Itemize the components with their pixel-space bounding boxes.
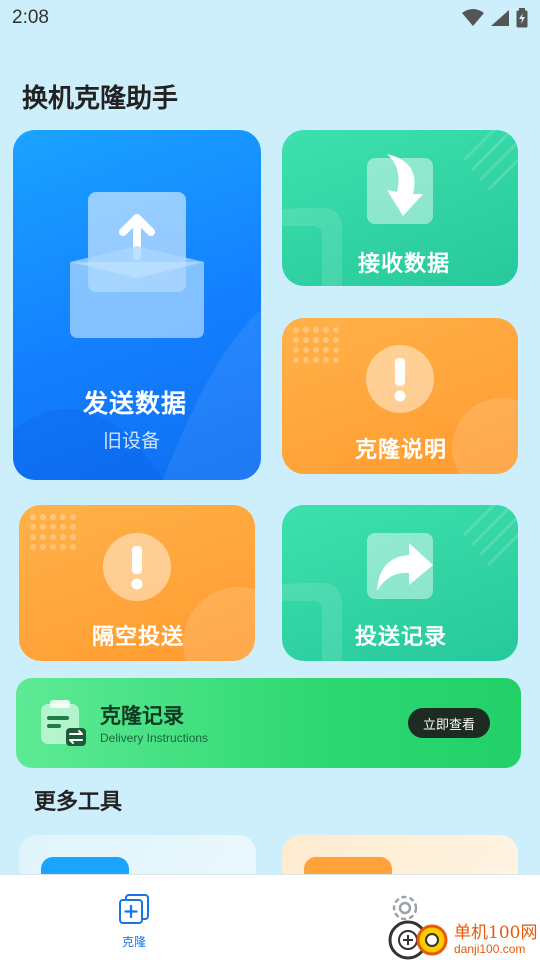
clipboard-icon bbox=[41, 700, 86, 746]
banner-title: 克隆记录 bbox=[100, 704, 184, 728]
transfer-history-card[interactable]: 投送记录 bbox=[282, 505, 518, 661]
send-data-card[interactable]: 发送数据 旧设备 bbox=[13, 130, 261, 480]
clone-guide-label: 克隆说明 bbox=[355, 438, 448, 463]
download-arrow-icon bbox=[367, 154, 433, 224]
warning-exclamation-icon bbox=[103, 533, 171, 601]
more-tools-title: 更多工具 bbox=[34, 790, 123, 815]
watermark-line1: 单机100网 bbox=[454, 923, 538, 943]
watermark-mascot-icon bbox=[388, 920, 448, 960]
transfer-history-label: 投送记录 bbox=[355, 625, 448, 650]
clone-guide-card[interactable]: 克隆说明 bbox=[282, 318, 518, 474]
watermark-logo: 单机100网 danji100.com bbox=[388, 918, 540, 960]
nav-item-label: 克隆 bbox=[122, 935, 147, 949]
airdrop-card[interactable]: 隔空投送 bbox=[19, 505, 255, 661]
nav-item-clone[interactable]: 克隆 bbox=[104, 889, 164, 953]
status-time: 2:08 bbox=[12, 7, 49, 28]
airdrop-label: 隔空投送 bbox=[92, 625, 185, 650]
banner-subtitle: Delivery Instructions bbox=[100, 731, 209, 745]
wifi-icon bbox=[462, 9, 484, 26]
send-data-sublabel: 旧设备 bbox=[103, 430, 161, 452]
clone-record-banner[interactable]: 克隆记录 Delivery Instructions 立即查看 bbox=[16, 678, 521, 768]
battery-charging-icon bbox=[516, 8, 528, 28]
status-icons bbox=[462, 8, 528, 28]
info-exclamation-icon bbox=[366, 345, 434, 413]
receive-data-label: 接收数据 bbox=[358, 252, 451, 277]
page-title: 换机克隆助手 bbox=[22, 84, 179, 114]
clone-icon bbox=[119, 894, 149, 924]
status-bar: 2:08 bbox=[0, 0, 540, 36]
view-now-button[interactable]: 立即查看 bbox=[408, 708, 490, 738]
send-data-label: 发送数据 bbox=[83, 389, 188, 418]
envelope-upload-icon bbox=[70, 192, 204, 338]
watermark-line2: danji100.com bbox=[454, 942, 526, 956]
cellular-signal-icon bbox=[491, 10, 509, 26]
receive-data-card[interactable]: 接收数据 bbox=[282, 130, 518, 286]
share-arrow-icon bbox=[367, 533, 433, 599]
